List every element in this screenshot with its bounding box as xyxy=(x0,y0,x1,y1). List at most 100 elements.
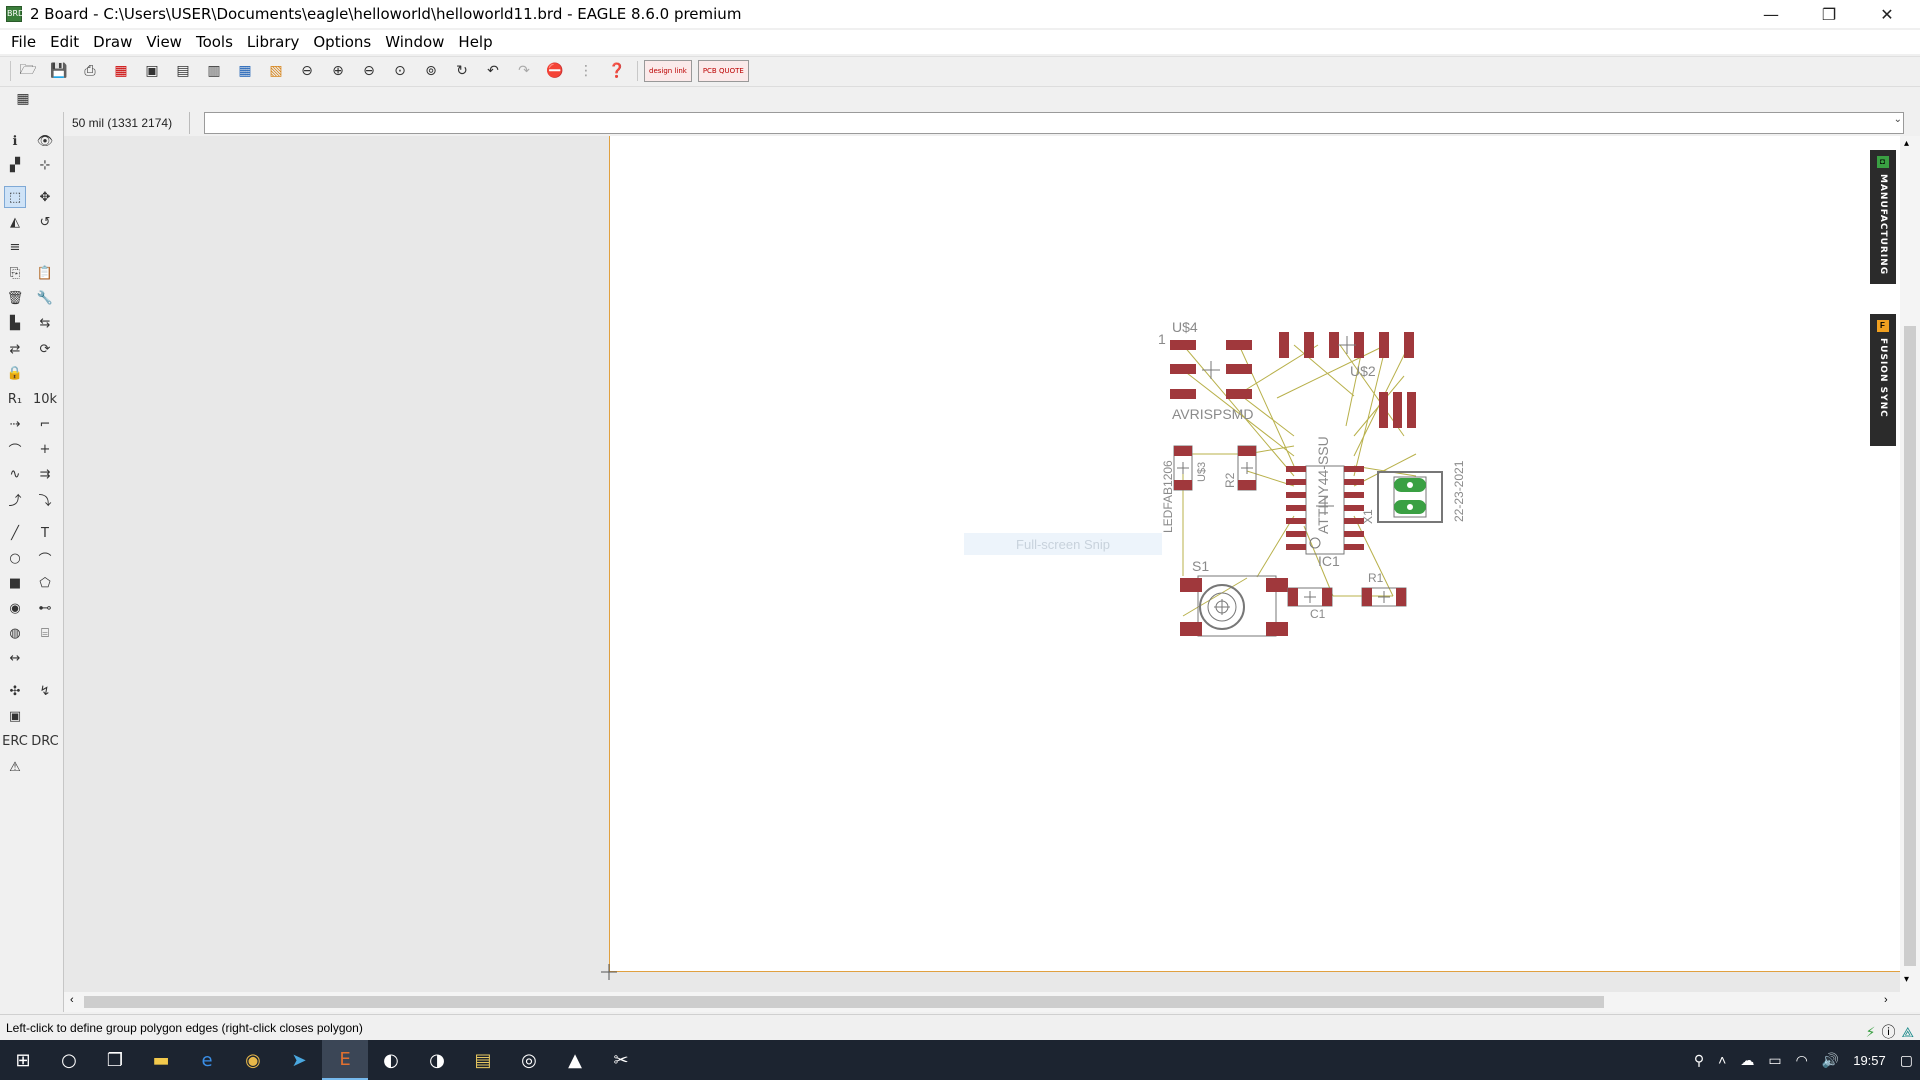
scroll-right-icon[interactable]: › xyxy=(1884,994,1888,1006)
errors-warning-icon[interactable]: ⚠ xyxy=(4,756,26,778)
resistor-r1[interactable] xyxy=(1361,587,1407,607)
open-file-icon[interactable]: 🗁 xyxy=(17,60,39,82)
pcb-quote-button[interactable]: PCB QUOTE xyxy=(697,59,749,82)
gateswap-icon[interactable]: ⟳ xyxy=(34,338,56,360)
board-schematic-switch-icon[interactable]: ▣ xyxy=(141,60,163,82)
scroll-left-icon[interactable]: ‹ xyxy=(70,994,74,1006)
chrome-icon[interactable]: ◉ xyxy=(230,1040,276,1080)
swap-icon[interactable]: ⇄ xyxy=(4,338,26,360)
text-icon[interactable]: T xyxy=(34,522,56,544)
design-block-icon[interactable]: ▣ xyxy=(4,705,26,727)
ripup-icon[interactable]: ⤵ xyxy=(34,488,56,510)
rectangle-icon[interactable]: ■ xyxy=(4,572,26,594)
route-icon[interactable]: ⤴ xyxy=(4,488,26,510)
move-icon[interactable]: ✥ xyxy=(34,186,56,208)
board-canvas[interactable]: U$4 1 U$2 AVRISPSMD LEDFAB1206 U$3 R2 AT… xyxy=(64,136,1900,992)
minimize-button[interactable]: — xyxy=(1742,0,1800,28)
autorouter-icon[interactable]: ↯ xyxy=(34,680,56,702)
battery-icon[interactable]: ▭ xyxy=(1768,1052,1781,1069)
go-icon[interactable]: ⋮ xyxy=(575,60,597,82)
horizontal-scroll-thumb[interactable] xyxy=(84,996,1604,1008)
hole-icon[interactable]: ◍ xyxy=(4,622,26,644)
led-u3[interactable] xyxy=(1173,445,1193,491)
redraw-icon[interactable]: ↻ xyxy=(451,60,473,82)
stop-icon[interactable]: ⛔ xyxy=(544,60,566,82)
miter-icon[interactable]: ⌐ xyxy=(34,413,56,435)
mark-icon[interactable]: ⊹ xyxy=(34,154,56,176)
circle-icon[interactable]: ○ xyxy=(4,547,26,569)
dimension-icon[interactable]: ↔ xyxy=(4,647,26,669)
scroll-up-icon[interactable]: ▴ xyxy=(1904,138,1909,149)
notes-icon[interactable]: ▤ xyxy=(460,1040,506,1080)
command-line-input[interactable] xyxy=(204,112,1904,134)
u2-small-pads[interactable] xyxy=(1379,392,1416,428)
file-explorer-icon[interactable]: ▬ xyxy=(138,1040,184,1080)
value-icon[interactable]: 10k xyxy=(33,388,57,410)
search-icon[interactable]: ○ xyxy=(46,1040,92,1080)
align-icon[interactable]: ≡ xyxy=(4,236,26,258)
delete-icon[interactable]: 🗑 xyxy=(4,287,26,309)
drc-icon[interactable]: DRC xyxy=(31,730,58,752)
menu-edit[interactable]: Edit xyxy=(43,33,86,51)
print-icon[interactable]: ⎙ xyxy=(79,60,101,82)
menu-help[interactable]: Help xyxy=(451,33,499,51)
smash-icon[interactable]: ⇢ xyxy=(4,413,26,435)
zoom-select-icon[interactable]: ⊙ xyxy=(389,60,411,82)
eagle-task-icon[interactable]: E xyxy=(322,1040,368,1080)
notifications-icon[interactable]: ▢ xyxy=(1900,1052,1913,1069)
capacitor-c1[interactable] xyxy=(1287,587,1333,607)
vertical-scroll-thumb[interactable] xyxy=(1904,326,1916,966)
ulp-icon[interactable]: ▧ xyxy=(265,60,287,82)
mirror-icon[interactable]: ◭ xyxy=(4,211,26,233)
group-tool-icon[interactable]: ⬚ xyxy=(4,186,26,208)
signal-icon[interactable]: ⊷ xyxy=(34,597,56,619)
cam-processor-icon[interactable]: ▦ xyxy=(110,60,132,82)
zoom-fit-icon[interactable]: ⊖ xyxy=(296,60,318,82)
design-link-button[interactable]: design link xyxy=(644,59,692,82)
camera-icon[interactable]: ◎ xyxy=(506,1040,552,1080)
photos-icon[interactable]: ▲ xyxy=(552,1040,598,1080)
wifi-icon[interactable]: ◠ xyxy=(1796,1052,1808,1069)
menu-file[interactable]: File xyxy=(4,33,43,51)
app2-icon[interactable]: ◑ xyxy=(414,1040,460,1080)
split-icon[interactable]: ⌒ xyxy=(4,438,26,460)
optimize-icon[interactable]: + xyxy=(34,438,56,460)
pcb-layout[interactable]: U$4 1 U$2 AVRISPSMD LEDFAB1206 U$3 R2 AT… xyxy=(64,136,1900,992)
onedrive-icon[interactable]: ☁ xyxy=(1740,1052,1754,1069)
replace-icon[interactable]: ⇆ xyxy=(34,312,56,334)
menu-window[interactable]: Window xyxy=(378,33,451,51)
name-icon[interactable]: R₁ xyxy=(4,388,26,410)
info-icon[interactable]: ℹ xyxy=(4,130,26,152)
chevron-up-icon[interactable]: ˄ xyxy=(1718,1052,1726,1068)
line-icon[interactable]: ╱ xyxy=(4,522,26,544)
polygon-icon[interactable]: ⬠ xyxy=(34,572,56,594)
app-icon[interactable]: ◐ xyxy=(368,1040,414,1080)
meander-icon[interactable]: ∿ xyxy=(4,463,26,485)
cam-icon[interactable]: ▤ xyxy=(172,60,194,82)
switch-s1[interactable] xyxy=(1180,575,1288,637)
maximize-button[interactable]: ❐ xyxy=(1800,0,1858,28)
redo-icon[interactable]: ↷ xyxy=(513,60,535,82)
chevron-down-icon[interactable]: ⌄ xyxy=(1894,114,1902,125)
menu-tools[interactable]: Tools xyxy=(189,33,240,51)
save-icon[interactable]: 💾 xyxy=(48,60,70,82)
via-icon[interactable]: ◉ xyxy=(4,597,26,619)
lock-icon[interactable]: 🔒 xyxy=(4,362,26,384)
horizontal-scrollbar[interactable]: ‹ › xyxy=(64,992,1920,1012)
paste-icon[interactable]: 📋 xyxy=(34,262,56,284)
change-icon[interactable]: 🔧 xyxy=(34,287,56,309)
library-icon[interactable]: ▥ xyxy=(203,60,225,82)
zoom-in-icon[interactable]: ⊕ xyxy=(327,60,349,82)
zoom-last-icon[interactable]: ⊚ xyxy=(420,60,442,82)
close-button[interactable]: ✕ xyxy=(1858,0,1916,28)
help-icon[interactable]: ❓ xyxy=(606,60,628,82)
copy-icon[interactable]: ⎘ xyxy=(4,262,26,284)
ratsnest-icon[interactable]: ✣ xyxy=(4,680,26,702)
menu-library[interactable]: Library xyxy=(240,33,306,51)
resonator-x1[interactable] xyxy=(1377,471,1443,523)
vertical-scrollbar[interactable]: ▴ ▾ xyxy=(1900,136,1920,992)
zoom-out-icon[interactable]: ⊖ xyxy=(358,60,380,82)
windows-start-icon[interactable]: ⊞ xyxy=(0,1040,46,1080)
add-part-icon[interactable]: ▙ xyxy=(4,312,26,334)
task-view-icon[interactable]: ❐ xyxy=(92,1040,138,1080)
